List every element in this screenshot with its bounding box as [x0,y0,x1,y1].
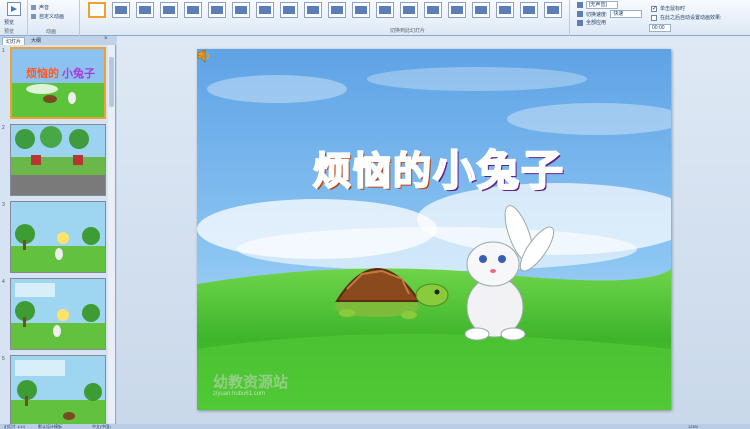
slide-3-preview[interactable] [10,201,106,273]
apply-all-row[interactable]: 全部应用 [577,19,606,26]
current-slide[interactable]: 烦恼的 小兔子 幼教资源站 ziyuan.hubu61.com [197,49,671,410]
after-row[interactable]: 在此之后自动设置动画效果: [651,14,721,21]
speed-row: 切换速度: 快速 [577,10,643,18]
status-bar: 幻灯片 1/14 默认设计模板 中文(中国) 125% [0,424,750,429]
slide-title[interactable]: 烦恼的 小兔子 [269,139,609,196]
speaker-icon [577,2,583,8]
transition-item[interactable] [112,2,130,18]
scrollbar-thumb[interactable] [109,57,114,107]
slide-number: 4 [2,279,5,285]
slide-counter: 幻灯片 1/14 [4,424,25,429]
after-time-row: 00:00 [649,24,671,32]
speed-select[interactable]: 快速 [610,10,643,18]
slide-4-preview[interactable] [10,278,106,350]
slide-workspace: 烦恼的 小兔子 幼教资源站 ziyuan.hubu61.com [117,36,750,424]
transition-options: [无声音] 切换速度: 快速 全部应用 单击鼠标时 在此之后自动设置动画效果: … [575,0,750,36]
watermark-url: ziyuan.hubu61.com [213,391,266,397]
transition-item[interactable] [424,2,442,18]
transition-item[interactable] [208,2,226,18]
transition-none[interactable] [88,2,106,18]
speed-label: 切换速度: [586,11,608,18]
slide-thumbnail[interactable]: 4 [0,277,116,353]
slide-number: 1 [2,48,5,54]
tab-slides[interactable]: 幻灯片 [2,37,26,45]
zoom-level[interactable]: 125% [688,424,698,429]
transition-item[interactable] [400,2,418,18]
transition-item[interactable] [136,2,154,18]
title-part-2: 小兔子 [432,145,566,196]
apply-all-icon[interactable] [577,19,583,26]
slide-5-preview[interactable] [10,355,106,427]
slide-background [197,49,671,410]
svg-text:烦恼的: 烦恼的 [26,66,59,80]
slide-1-preview[interactable]: 烦恼的 小兔子 [10,47,106,119]
transition-item[interactable] [448,2,466,18]
custom-animation-label[interactable]: 自定义动画 [39,13,64,20]
on-click-label: 单击鼠标时 [660,6,686,12]
after-checkbox[interactable] [651,14,657,21]
transition-item[interactable] [256,2,274,18]
slide-number: 2 [2,125,5,131]
close-icon[interactable]: × [104,36,108,42]
sound-select[interactable]: [无声音] [586,1,618,9]
slide-thumbnail[interactable]: 5 [0,354,116,429]
animation-group-label: 动画 [46,29,57,35]
transition-group-label: 切换到此幻灯片 [390,28,426,34]
svg-text:小兔子: 小兔子 [61,66,95,80]
custom-animation-icon[interactable] [31,14,36,19]
transition-item[interactable] [328,2,346,18]
slide-thumbnail[interactable]: 1 烦恼的 小兔子 [0,46,116,122]
preview-icon[interactable] [7,2,21,16]
transition-item[interactable] [352,2,370,18]
preview-group-label: 预览 [4,29,15,35]
slides-pane: 幻灯片 大纲 × 1 烦恼的 小兔子 2 3 4 5 [0,36,116,427]
animation-group: 声音 自定义动画 动画 [28,0,80,36]
transition-item[interactable] [544,2,562,18]
sound-icon[interactable] [31,5,36,10]
transition-item[interactable] [304,2,322,18]
theme-name: 默认设计模板 [38,424,62,429]
transition-item[interactable] [520,2,538,18]
slide-thumbnail[interactable]: 3 [0,200,116,276]
slide-number: 3 [2,202,5,208]
tab-outline[interactable]: 大纲 [28,37,44,45]
transition-item[interactable] [376,2,394,18]
watermark-text: 幼教资源站 [213,373,289,391]
on-click-checkbox[interactable] [651,5,657,12]
pane-tabs: 幻灯片 大纲 × [0,36,116,45]
pane-scrollbar[interactable] [108,45,115,423]
slide-thumbnail[interactable]: 2 [0,123,116,199]
transition-item[interactable] [496,2,514,18]
language: 中文(中国) [92,424,111,429]
transition-item[interactable] [472,2,490,18]
ribbon: 预览 预览 声音 自定义动画 动画 切换到此幻灯片 [无声音] 切换速度: 快速… [0,0,750,36]
transition-gallery: 切换到此幻灯片 [80,0,570,36]
after-label: 在此之后自动设置动画效果: [660,15,722,21]
apply-all-button[interactable]: 全部应用 [586,19,606,26]
after-time-input[interactable]: 00:00 [649,24,671,32]
slide-2-preview[interactable] [10,124,106,196]
title-part-1: 烦恼的 [312,148,433,194]
transition-item[interactable] [232,2,250,18]
preview-group: 预览 预览 [0,0,28,36]
speaker-small-icon[interactable] [197,49,207,59]
transition-item[interactable] [280,2,298,18]
preview-button-label[interactable]: 预览 [4,19,14,26]
speed-icon [577,11,583,17]
slide-number: 5 [2,356,5,362]
sound-row: [无声音] [577,1,618,9]
sound-label[interactable]: 声音 [39,4,49,11]
transition-item[interactable] [160,2,178,18]
on-click-row[interactable]: 单击鼠标时 [651,5,685,12]
transition-item[interactable] [184,2,202,18]
